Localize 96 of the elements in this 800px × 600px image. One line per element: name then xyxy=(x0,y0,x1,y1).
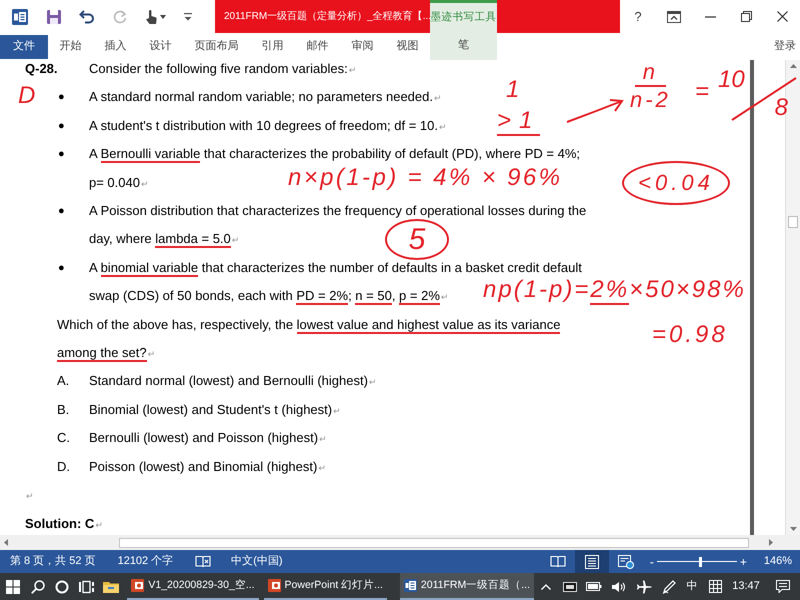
ribbon-tab[interactable]: 插入 xyxy=(93,33,138,60)
language-indicator[interactable]: 中文(中国) xyxy=(231,553,283,570)
handwritten-note: >1 xyxy=(497,109,540,133)
handwritten-note: =0.98 xyxy=(652,323,728,347)
taskbar-app-button[interactable]: V1_20200829-30_空... xyxy=(127,573,259,600)
option-text: Standard normal (lowest) and Bernoulli (highest)↵ xyxy=(89,372,376,390)
scroll-thumb[interactable] xyxy=(119,538,749,548)
scroll-left-icon[interactable] xyxy=(4,539,8,546)
battery-icon[interactable] xyxy=(586,582,602,591)
horizontal-scrollbar[interactable] xyxy=(0,535,800,550)
zoom-in-button[interactable]: + xyxy=(736,556,750,568)
ring-icon[interactable] xyxy=(55,580,70,594)
ribbon-tab[interactable]: 邮件 xyxy=(295,33,340,60)
handwritten-note: D xyxy=(18,84,36,108)
solution-text: Solution: C↵ xyxy=(25,514,103,532)
folder-icon[interactable] xyxy=(103,580,120,593)
read-mode-icon[interactable] xyxy=(550,555,566,568)
contextual-tab-group-label: 墨迹书写工具 xyxy=(430,10,497,25)
clock[interactable]: 13:47 xyxy=(726,573,766,600)
print-layout-icon[interactable] xyxy=(584,554,599,568)
ink-arrow xyxy=(566,98,624,124)
taskbar-app-button[interactable]: 2011FRM一级百题（... xyxy=(400,573,534,600)
option-text: Binomial (lowest) and Student's t (highest)↵ xyxy=(89,400,341,419)
handwritten-note: 1 xyxy=(506,78,520,102)
handwritten-note: n×p(1-p) = 4% × 96% xyxy=(288,166,562,190)
app-icon[interactable] xyxy=(12,8,28,24)
zoom-level[interactable]: 146% xyxy=(764,553,792,570)
hand-icon[interactable] xyxy=(145,8,157,24)
search-icon[interactable] xyxy=(31,580,46,594)
ribbon-display-icon[interactable] xyxy=(667,10,681,22)
list-bullet: ● xyxy=(58,90,66,106)
ribbon-tab[interactable]: 页面布局 xyxy=(183,33,250,60)
minimize-icon[interactable] xyxy=(704,16,716,18)
zoom-slider-thumb[interactable] xyxy=(698,556,702,566)
help-button[interactable]: ? xyxy=(620,0,656,33)
input-method-button[interactable]: 中 xyxy=(680,573,704,600)
option-label: C. xyxy=(57,429,71,448)
list-bullet: ● xyxy=(58,118,66,134)
question-text: Consider the following five random variables:↵ xyxy=(89,60,356,78)
pen-icon[interactable] xyxy=(662,580,676,594)
caret-icon[interactable] xyxy=(160,14,166,18)
question-prompt: Which of the above has, respectively, the lowest value and highest value as its variance among the set?↵ xyxy=(57,316,560,364)
document-app-icon xyxy=(404,579,417,592)
question-number: Q-28. xyxy=(25,60,59,78)
option-text: Poisson (lowest) and Binomial (highest)↵ xyxy=(89,458,326,476)
customize-icon[interactable] xyxy=(184,12,192,20)
option-text: Bernoulli (lowest) and Poisson (highest)↵ xyxy=(89,429,327,448)
grid-icon[interactable] xyxy=(708,580,722,593)
option-label: A. xyxy=(57,372,70,390)
ribbon-tab[interactable]: 设计 xyxy=(138,33,183,60)
chevron-up-icon[interactable] xyxy=(541,584,551,590)
scroll-down-icon[interactable] xyxy=(790,527,796,531)
undo-icon[interactable] xyxy=(79,10,95,24)
circled-note: 5 xyxy=(385,219,449,260)
zoom-out-button[interactable]: - xyxy=(646,556,657,568)
task-view-icon[interactable] xyxy=(78,580,94,594)
list-bullet: ● xyxy=(58,204,66,220)
ribbon-tab[interactable]: 笔 xyxy=(430,33,497,57)
handwritten-fraction: n n-2 xyxy=(630,61,671,111)
word-count[interactable]: 12102 个字 xyxy=(118,553,174,570)
paragraph-mark: ↵ xyxy=(25,490,34,504)
list-item-text: A standard normal random variable; no parameters needed.↵ xyxy=(89,88,442,106)
ribbon-tab[interactable]: 开始 xyxy=(48,33,93,60)
taskbar-app-button[interactable]: PowerPoint 幻灯片... xyxy=(264,573,387,600)
option-label: B. xyxy=(57,400,70,419)
restore-icon[interactable] xyxy=(740,11,752,22)
volume-icon[interactable] xyxy=(610,580,626,592)
start-menu-icon[interactable] xyxy=(6,580,20,594)
file-tab[interactable]: 文件 xyxy=(0,34,48,58)
ribbon-tab[interactable]: 视图 xyxy=(385,33,430,60)
close-icon[interactable] xyxy=(776,11,788,22)
sign-in-link[interactable]: 登录 xyxy=(774,38,796,55)
circled-note: <0.04 xyxy=(622,161,730,205)
scroll-right-icon[interactable] xyxy=(769,539,773,546)
notification-icon[interactable] xyxy=(776,580,790,593)
presentation-app-icon xyxy=(131,579,144,592)
list-bullet: ● xyxy=(58,260,66,276)
ribbon-tab[interactable]: 引用 xyxy=(250,33,295,60)
list-item-text: A student's t distribution with 10 degrees of freedom; df = 10.↵ xyxy=(89,116,447,135)
handwritten-fraction: 10 8 xyxy=(714,64,798,122)
web-layout-icon[interactable] xyxy=(618,554,634,568)
handwritten-note: = xyxy=(695,80,710,104)
print-layout-button[interactable] xyxy=(574,550,609,573)
ribbon-tab[interactable]: 审阅 xyxy=(340,33,385,60)
scroll-up-icon[interactable] xyxy=(790,64,796,68)
screen-icon[interactable] xyxy=(563,582,577,592)
handwritten-note: np(1-p)=2%×50×98% xyxy=(483,278,746,302)
page-count[interactable]: 第 8 页，共 52 页 xyxy=(10,553,96,570)
book-icon[interactable] xyxy=(195,555,212,568)
option-label: D. xyxy=(57,458,71,476)
save-icon[interactable] xyxy=(47,10,61,24)
window-title: 2011FRM一级百题（定量分析）_全程教育【... xyxy=(215,0,430,33)
scroll-thumb[interactable] xyxy=(788,216,798,228)
airplane-icon[interactable] xyxy=(636,580,652,594)
list-bullet: ● xyxy=(58,147,66,162)
presentation-app-icon xyxy=(268,579,281,592)
